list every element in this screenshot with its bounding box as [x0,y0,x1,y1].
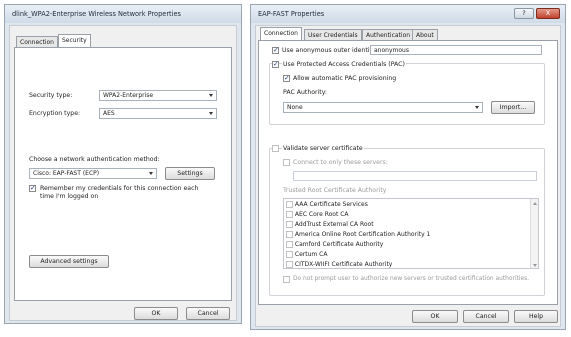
tab-connection[interactable]: Connection [16,36,58,47]
connect-only-checkbox[interactable] [283,159,290,166]
list-item-label: America Online Root Certification Author… [294,231,431,238]
import-button[interactable]: Import... [491,101,535,114]
list-item[interactable]: CITDX-WIIFI Certificate Authority [286,261,392,268]
list-item-label: AAA Certificate Services [294,201,368,208]
allow-auto-pac-checkbox[interactable]: ✓ [283,75,290,82]
dialog-body: Connection Security Security type: WPA2-… [9,25,237,321]
do-not-prompt-checkbox[interactable] [283,276,290,283]
chevron-down-icon [209,94,213,97]
remember-credentials-label-line1: Remember my credentials for this connect… [40,185,199,192]
title-bar[interactable]: dlink_WPA2-Enterprise Wireless Network P… [5,5,241,23]
chevron-down-icon [209,112,213,115]
cancel-button[interactable]: Cancel [463,310,509,323]
eap-fast-properties-window: EAP-FAST Properties ? X Connection User … [250,4,566,330]
allow-auto-pac-label: Allow automatic PAC provisioning [293,75,397,82]
list-item-label: AEC Core Root CA [294,211,349,218]
help-icon[interactable]: ? [514,8,534,19]
list-item[interactable]: AEC Core Root CA [286,211,349,218]
tab-authentication[interactable]: Authentication [362,29,415,40]
close-icon[interactable]: X [536,8,560,19]
security-type-value: WPA2-Enterprise [103,92,154,99]
wireless-network-properties-window: dlink_WPA2-Enterprise Wireless Network P… [4,4,242,324]
title-bar[interactable]: EAP-FAST Properties ? X [251,5,565,23]
chevron-down-icon [149,172,153,175]
scroll-down-arrow-icon[interactable] [533,264,537,267]
list-item-checkbox[interactable] [286,261,293,268]
list-item-checkbox[interactable] [286,241,293,248]
remember-credentials-checkbox[interactable]: ✓ [29,185,36,192]
use-pac-checkbox[interactable]: ✓ [272,61,279,68]
list-item-label: Certum CA [294,251,328,258]
settings-button[interactable]: Settings [165,167,215,180]
do-not-prompt-label: Do not prompt user to authorize new serv… [293,276,530,282]
pac-authority-select[interactable]: None [283,102,483,113]
ok-button[interactable]: OK [134,307,178,320]
security-type-label: Security type: [29,92,73,99]
use-anonymous-identity-checkbox[interactable]: ✓ [272,47,279,54]
window-title: dlink_WPA2-Enterprise Wireless Network P… [12,10,181,18]
list-item[interactable]: America Online Root Certification Author… [286,231,430,238]
cancel-button[interactable]: Cancel [186,307,230,320]
list-item-checkbox[interactable] [286,201,293,208]
list-item-label: Camford Certificate Authority [294,241,384,248]
pac-authority-value: None [287,104,303,111]
chevron-down-icon [475,106,479,109]
security-tab-page: Security type: WPA2-Enterprise Encryptio… [14,47,232,301]
list-item[interactable]: AAA Certificate Services [286,201,368,208]
tab-connection[interactable]: Connection [260,27,302,40]
security-type-select[interactable]: WPA2-Enterprise [99,90,217,101]
tab-user-credentials[interactable]: User Credentials [304,29,362,40]
help-button[interactable]: Help [514,310,558,323]
auth-method-select[interactable]: Cisco: EAP-FAST (ECP) [29,168,157,179]
window-title: EAP-FAST Properties [258,10,325,18]
validate-cert-checkbox[interactable] [272,145,279,152]
trusted-root-label: Trusted Root Certificate Authority [283,187,387,194]
encryption-type-select[interactable]: AES [99,108,217,119]
auth-method-label: Choose a network authentication method: [29,156,160,163]
anonymous-identity-input[interactable]: anonymous [370,45,542,55]
servers-input[interactable] [293,171,537,181]
list-item-label: AddTrust External CA Root [294,221,374,228]
list-scrollbar[interactable] [530,199,538,268]
pac-authority-label: PAC Authority: [283,89,328,96]
connect-only-label: Connect to only these servers: [293,159,388,166]
list-item-checkbox[interactable] [286,211,293,218]
encryption-type-value: AES [103,110,115,117]
list-item[interactable]: AddTrust External CA Root [286,221,374,228]
list-item-label: CITDX-WIIFI Certificate Authority [294,261,393,268]
list-item-checkbox[interactable] [286,251,293,258]
list-item-checkbox[interactable] [286,221,293,228]
use-anonymous-identity-label: Use anonymous outer identity [282,47,376,54]
list-item[interactable]: Camford Certificate Authority [286,241,383,248]
encryption-type-label: Encryption type: [29,110,81,117]
tab-about[interactable]: About [412,29,438,40]
tab-security[interactable]: Security [58,34,91,47]
dialog-body: Connection User Credentials Authenticati… [255,25,561,327]
auth-method-value: Cisco: EAP-FAST (ECP) [33,170,100,177]
trusted-root-ca-list[interactable]: AAA Certificate Services AEC Core Root C… [283,198,539,269]
ok-button[interactable]: OK [412,310,458,323]
list-item-checkbox[interactable] [286,231,293,238]
validate-cert-label: Validate server certificate [282,145,364,152]
anonymous-identity-value: anonymous [374,47,409,54]
use-pac-label: Use Protected Access Credentials (PAC) [282,61,406,68]
connection-tab-page: ✓ Use anonymous outer identity anonymous… [258,40,558,305]
list-item[interactable]: Certum CA [286,251,327,258]
scroll-up-arrow-icon[interactable] [533,202,537,205]
advanced-settings-button[interactable]: Advanced settings [29,255,109,268]
remember-credentials-label-line2: time I'm logged on [40,193,99,200]
